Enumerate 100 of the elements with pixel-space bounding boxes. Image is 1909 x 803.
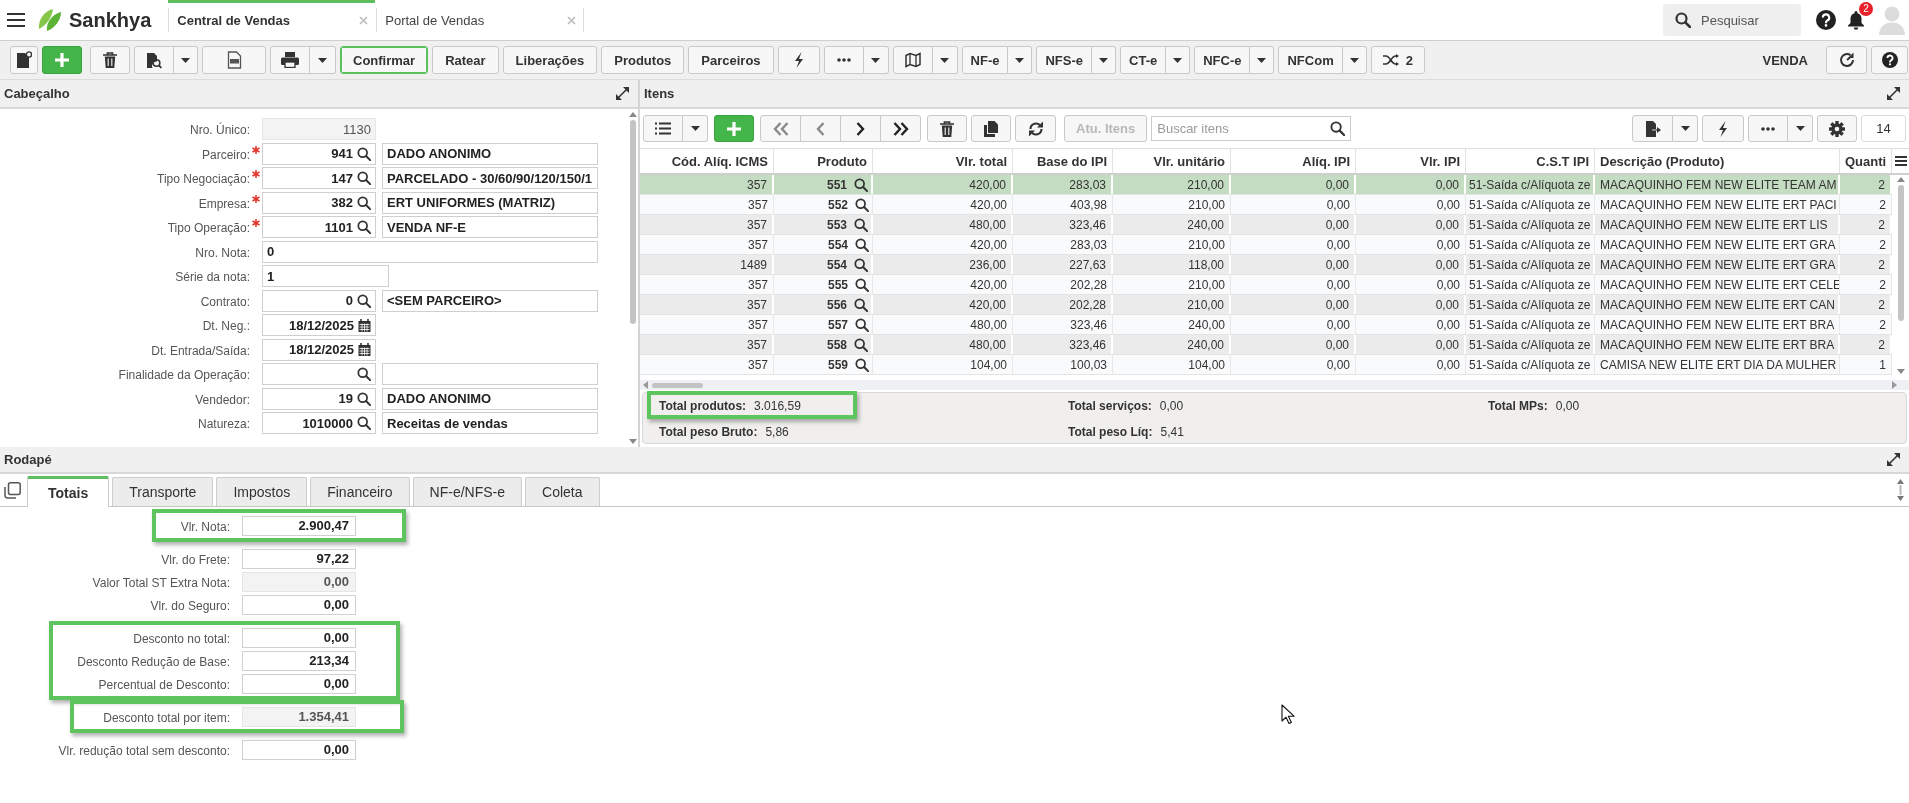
- search-icon[interactable]: [855, 317, 869, 332]
- amount-field[interactable]: 97,22: [242, 548, 356, 569]
- menu-icon[interactable]: [7, 13, 25, 27]
- description-field[interactable]: PARCELADO - 30/60/90/120/150/1: [382, 167, 598, 190]
- app-tab[interactable]: Central de Vendas: [168, 0, 377, 40]
- help-button[interactable]: [1871, 46, 1908, 74]
- text-field[interactable]: 1: [262, 265, 389, 288]
- dropdown-button[interactable]: [1008, 46, 1033, 74]
- bell-icon[interactable]: [1847, 10, 1865, 30]
- dropdown-button[interactable]: [174, 46, 198, 74]
- amount-field[interactable]: 0,00: [242, 594, 356, 615]
- search-icon[interactable]: [855, 197, 869, 212]
- section-tab[interactable]: Impostos: [216, 477, 308, 506]
- search-icon[interactable]: [357, 367, 371, 382]
- search-icon[interactable]: [357, 293, 371, 308]
- dropdown-button[interactable]: [1092, 46, 1117, 74]
- copy-icon[interactable]: [4, 481, 21, 499]
- dropdown-button[interactable]: [1788, 115, 1813, 142]
- dropdown-button[interactable]: [863, 46, 889, 74]
- map-button[interactable]: [892, 46, 933, 74]
- scrollbar-thumb[interactable]: [630, 120, 636, 324]
- section-tab[interactable]: Financeiro: [310, 477, 410, 506]
- column-header[interactable]: Base do IPI: [1013, 149, 1113, 173]
- column-header[interactable]: Quanti: [1840, 149, 1892, 173]
- date-field[interactable]: 18/12/2025: [262, 338, 376, 361]
- description-field[interactable]: Receitas de vendas: [382, 412, 598, 435]
- action-button[interactable]: Produtos: [601, 46, 685, 74]
- search-icon[interactable]: [357, 195, 371, 210]
- section-tab[interactable]: NF-e/NFS-e: [412, 477, 523, 506]
- shuffle-button[interactable]: 2: [1370, 46, 1425, 74]
- search-icon[interactable]: [855, 237, 869, 252]
- table-row[interactable]: 357 552 420,00 403,98 210,00 0,00 0,00 51-Saída c/Alíquota ze MACAQUINHO FEM NEW ELITE ERT PACI 2: [640, 195, 1892, 215]
- column-header[interactable]: Produto: [774, 149, 873, 173]
- search-icon[interactable]: [357, 391, 371, 406]
- help-icon[interactable]: [1816, 10, 1836, 30]
- delete-button[interactable]: [927, 115, 967, 142]
- column-header[interactable]: C.S.T IPI: [1466, 149, 1595, 173]
- search-icon[interactable]: [855, 277, 869, 292]
- refresh-button[interactable]: [1826, 46, 1867, 74]
- search-icon[interactable]: [854, 177, 868, 192]
- column-header[interactable]: Cód. Alíq. ICMS: [640, 149, 774, 173]
- copy-button[interactable]: [971, 115, 1011, 142]
- code-field[interactable]: 1010000: [262, 412, 376, 435]
- expand-icon[interactable]: [1887, 453, 1900, 466]
- amount-field[interactable]: 2.900,47: [242, 515, 356, 536]
- search-icon[interactable]: [855, 357, 869, 372]
- add-button[interactable]: [714, 115, 754, 142]
- document-type-button[interactable]: NFS-e: [1036, 46, 1093, 74]
- code-field[interactable]: 0: [262, 289, 376, 312]
- table-row[interactable]: 357 553 480,00 323,46 240,00 0,00 0,00 51-Saída c/Alíquota ze MACAQUINHO FEM NEW ELITE ERT LIS 2: [640, 215, 1892, 235]
- search-icon[interactable]: [854, 337, 868, 352]
- code-field[interactable]: 382: [262, 191, 376, 214]
- table-row[interactable]: 357 558 480,00 323,46 240,00 0,00 0,00 51-Saída c/Alíquota ze MACAQUINHO FEM NEW ELITE ERT BRA 2: [640, 335, 1892, 355]
- quick-action-button[interactable]: [1702, 115, 1744, 142]
- document-type-button[interactable]: NFCom: [1278, 46, 1343, 74]
- document-type-button[interactable]: NFC-e: [1194, 46, 1251, 74]
- export-button[interactable]: [1632, 115, 1673, 142]
- table-row[interactable]: 1489 554 236,00 227,63 118,00 0,00 0,00 51-Saída c/Alíquota ze MACAQUINHO FEM NEW ELITE ERT GRA 2: [640, 255, 1892, 275]
- app-tab[interactable]: Portal de Vendas: [376, 0, 585, 40]
- table-row[interactable]: 357 559 104,00 100,03 104,00 0,00 0,00 51-Saída c/Alíquota ze CAMISA NEW ELITE ERT DIA DA MULHER 1: [640, 355, 1892, 375]
- code-field[interactable]: 147: [262, 167, 376, 190]
- description-field[interactable]: <SEM PARCEIRO>: [382, 289, 598, 312]
- search-icon[interactable]: [854, 217, 868, 232]
- scrollbar-thumb[interactable]: [652, 382, 703, 388]
- search-field[interactable]: Pesquisar: [1663, 4, 1801, 36]
- column-header[interactable]: Alíq. IPI: [1231, 149, 1356, 173]
- pdf-button[interactable]: [202, 46, 266, 74]
- caret-up-icon[interactable]: [629, 112, 637, 117]
- expand-icon[interactable]: [1887, 87, 1900, 100]
- more-button[interactable]: [1748, 115, 1788, 142]
- column-header[interactable]: Descrição (Produto): [1595, 149, 1840, 173]
- description-field[interactable]: VENDA NF-E: [382, 216, 598, 239]
- calendar-icon[interactable]: [358, 318, 371, 332]
- caret-down-icon[interactable]: [629, 439, 637, 444]
- caret-down-icon[interactable]: [1896, 369, 1905, 374]
- quick-action-button[interactable]: [777, 46, 820, 74]
- list-button[interactable]: [643, 115, 683, 142]
- amount-field[interactable]: 213,34: [242, 650, 356, 671]
- code-field[interactable]: 1101: [262, 216, 376, 239]
- action-button[interactable]: Parceiros: [688, 46, 774, 74]
- refresh-button[interactable]: [1015, 115, 1056, 142]
- scroll-arrows-icon[interactable]: [1897, 479, 1904, 501]
- caret-up-icon[interactable]: [1896, 177, 1905, 182]
- next-button[interactable]: [840, 115, 881, 142]
- search-icon[interactable]: [854, 297, 868, 312]
- dropdown-button[interactable]: [310, 46, 336, 74]
- document-type-button[interactable]: CT-e: [1120, 46, 1167, 74]
- dropdown-button[interactable]: [1166, 46, 1191, 74]
- search-icon[interactable]: [357, 171, 371, 186]
- calendar-icon[interactable]: [358, 343, 371, 357]
- print-button[interactable]: [270, 46, 310, 74]
- dropdown-button[interactable]: [1250, 46, 1275, 74]
- column-header[interactable]: Vlr. IPI: [1356, 149, 1466, 173]
- delete-button[interactable]: [90, 46, 130, 74]
- code-field[interactable]: 19: [262, 387, 376, 410]
- table-row[interactable]: 357 551 420,00 283,03 210,00 0,00 0,00 51-Saída c/Alíquota ze MACAQUINHO FEM NEW ELITE TEAM AM 2: [640, 175, 1892, 195]
- column-header[interactable]: Vlr. unitário: [1113, 149, 1231, 173]
- text-field[interactable]: 0: [262, 240, 598, 263]
- table-row[interactable]: 357 554 420,00 283,03 210,00 0,00 0,00 51-Saída c/Alíquota ze MACAQUINHO FEM NEW ELITE ERT GRA 2: [640, 235, 1892, 255]
- search-icon[interactable]: [854, 257, 868, 272]
